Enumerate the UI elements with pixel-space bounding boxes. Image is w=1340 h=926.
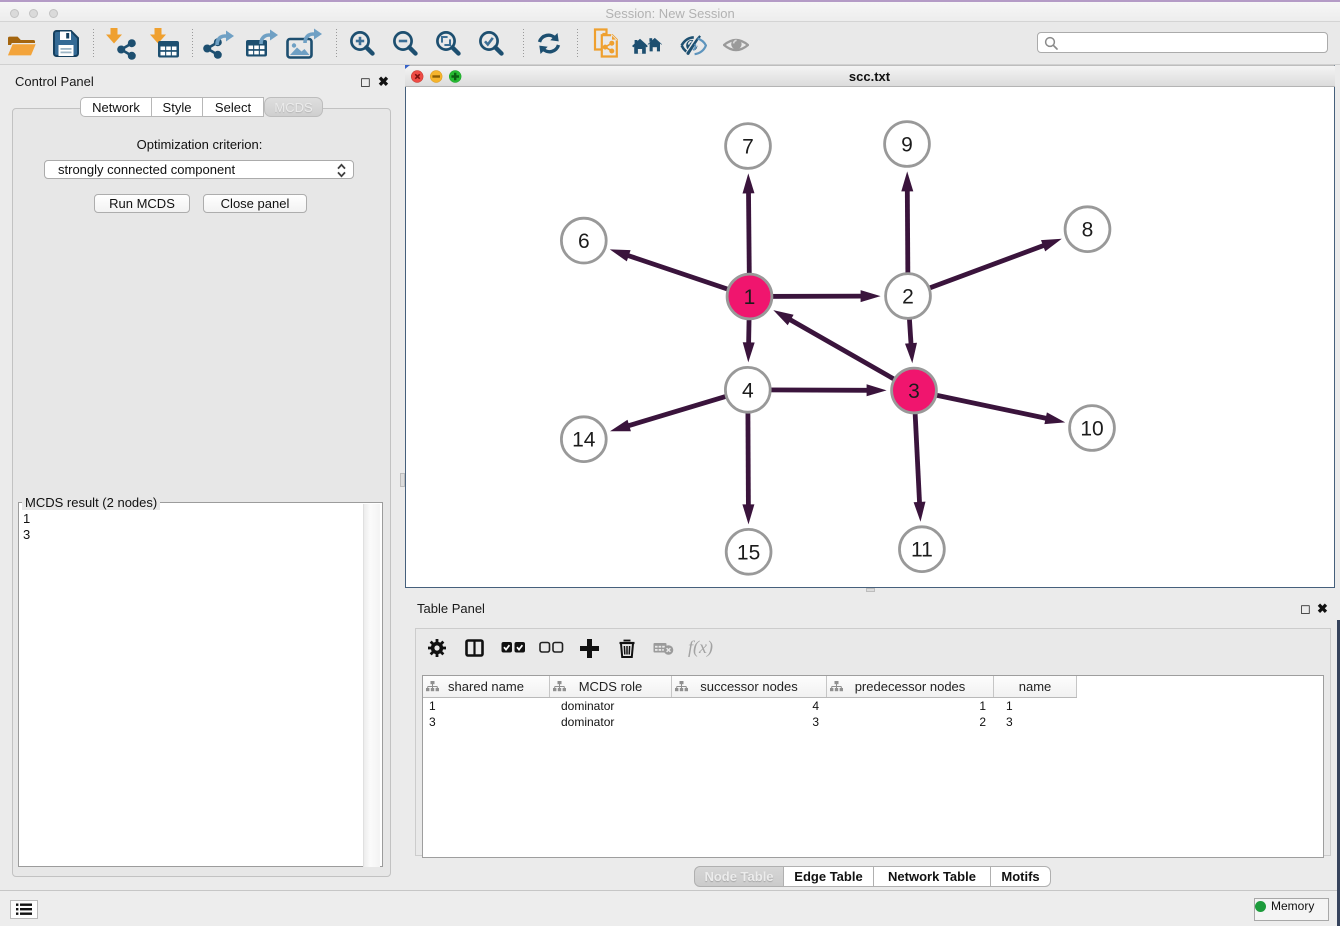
svg-text:4: 4 (742, 379, 754, 402)
svg-text:6: 6 (578, 230, 590, 253)
svg-text:3: 3 (908, 380, 920, 403)
svg-text:2: 2 (902, 286, 914, 309)
svg-text:7: 7 (742, 136, 754, 159)
svg-text:11: 11 (911, 539, 933, 562)
svg-text:1: 1 (744, 286, 756, 309)
svg-text:15: 15 (737, 541, 760, 564)
svg-text:10: 10 (1080, 418, 1103, 441)
svg-text:9: 9 (901, 134, 913, 157)
svg-text:8: 8 (1082, 219, 1094, 242)
svg-text:14: 14 (572, 429, 596, 452)
